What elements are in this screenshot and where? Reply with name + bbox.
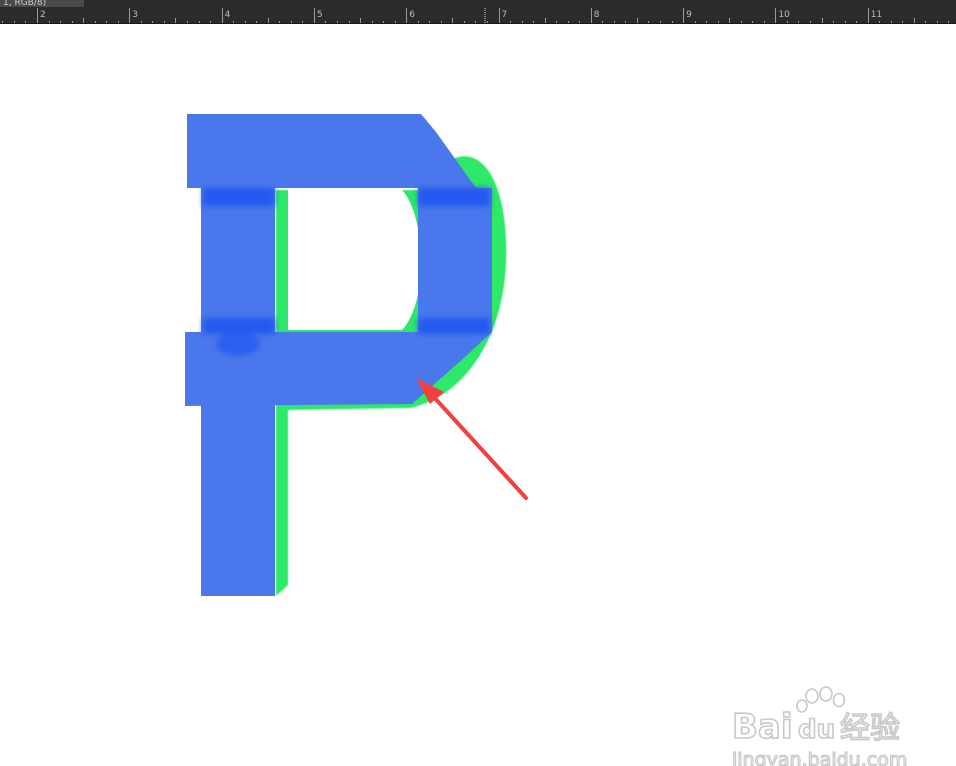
- ruler-label: 9: [686, 10, 692, 20]
- red-arrow-icon: [416, 378, 528, 500]
- horizontal-ruler[interactable]: 1, RGB/8) 2 3 4 5 6 7 8 9 10 11: [0, 0, 956, 24]
- watermark-brand-cn: 经验: [840, 711, 900, 746]
- ruler-label: 3: [132, 10, 138, 20]
- artwork: [185, 114, 528, 596]
- ruler-label: 4: [225, 10, 231, 20]
- ruler-ticks: 2 3 4 5 6 7 8 9 10 11: [2, 8, 949, 23]
- document-canvas[interactable]: Bai du 经验 jingyan.baidu.com: [0, 24, 956, 766]
- editor-window: 1, RGB/8) 2 3 4 5 6 7 8 9 10 11 Bai du 经…: [0, 0, 956, 766]
- ruler-label: 7: [502, 10, 508, 20]
- baidu-watermark: Bai du 经验 jingyan.baidu.com: [730, 686, 908, 766]
- paw-icon: [796, 686, 846, 713]
- watermark-url: jingyan.baidu.com: [731, 749, 907, 766]
- ruler-label: 11: [871, 10, 882, 20]
- watermark-brand: Bai: [732, 707, 793, 747]
- ruler-label: 8: [594, 10, 600, 20]
- ruler-label: 10: [778, 10, 790, 20]
- letter-top-bar: [187, 114, 476, 188]
- watermark-brand-suffix: du: [798, 715, 835, 745]
- ruler-label: 5: [317, 10, 323, 20]
- ruler-label: 6: [409, 10, 415, 20]
- letter-bowl-right: [418, 188, 492, 332]
- ruler-label: 2: [40, 10, 46, 20]
- letter-counter: [288, 188, 421, 330]
